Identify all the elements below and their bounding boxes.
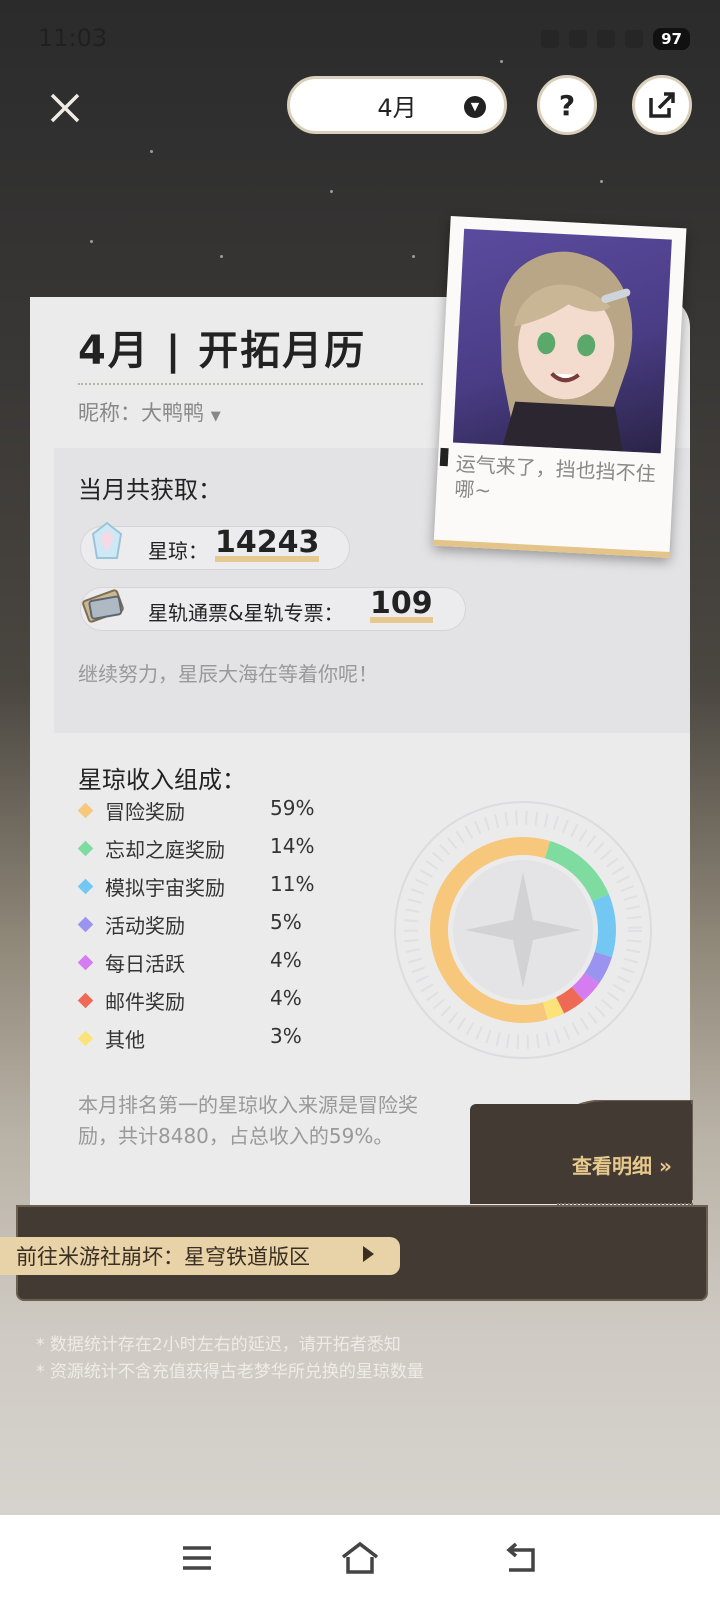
legend-percent: 14% (270, 834, 315, 858)
wifi-icon (625, 30, 644, 48)
legend-name: 每日活跃 (105, 952, 185, 976)
character-portrait (452, 228, 672, 454)
nickname-selector[interactable]: 昵称：大鸭鸭 ▼ (78, 397, 221, 427)
title-divider (78, 383, 423, 385)
forum-link-button[interactable]: 前往米游社崩坏：星穹铁道版区 (0, 1237, 400, 1275)
income-title: 星琼收入组成： (78, 766, 246, 794)
legend-name: 模拟宇宙奖励 (105, 876, 225, 900)
forum-link-label: 前往米游社崩坏：星穹铁道版区 (16, 1245, 310, 1269)
footnote-delay: * 数据统计存在2小时左右的延迟，请开拓者悉知 (36, 1335, 401, 1355)
legend-percent: 4% (270, 986, 302, 1010)
earnings-title: 当月共获取： (78, 476, 222, 504)
donut-slice-3 (592, 894, 616, 958)
legend-name: 活动奖励 (105, 914, 185, 938)
star-rail-pass-icon (82, 589, 124, 623)
chevron-down-icon: ▼ (464, 96, 486, 118)
detail-divider (557, 1203, 693, 1205)
month-selector-label: 4月 (377, 93, 417, 122)
legend-name: 冒险奖励 (105, 800, 185, 824)
legend-percent: 11% (270, 872, 315, 896)
vibrate-icon (569, 30, 588, 48)
battery-indicator: 97 (653, 28, 690, 50)
help-button[interactable]: ? (537, 75, 597, 135)
legend-name: 其他 (105, 1028, 145, 1052)
status-icons: 97 (541, 28, 690, 50)
character-photo-card: 运气来了，挡也挡不住哪~ (433, 216, 687, 558)
share-button[interactable] (632, 75, 692, 135)
home-icon (341, 1541, 379, 1574)
signal-icon (597, 30, 616, 48)
system-nav-bar (0, 1515, 720, 1600)
stellar-jade-icon (91, 521, 123, 559)
footnote-exclusion: * 资源统计不含充值获得古老梦华所兑换的星琼数量 (36, 1362, 424, 1382)
chevron-down-icon: ▼ (210, 409, 221, 424)
legend-percent: 4% (270, 948, 302, 972)
income-summary-note: 本月排名第一的星琼收入来源是冒险奖励，共计8480，占总收入的59%。 (78, 1093, 418, 1148)
home-button[interactable] (335, 1533, 385, 1583)
month-selector[interactable]: 4月 ▼ (287, 76, 507, 134)
legend-percent: 59% (270, 796, 315, 820)
status-bar: 11:03 97 (0, 0, 720, 80)
close-button[interactable] (42, 85, 88, 131)
encouragement-text: 继续努力，星辰大海在等着你呢！ (78, 662, 378, 686)
menu-button[interactable] (172, 1533, 222, 1583)
back-icon (506, 1542, 535, 1572)
star-rail-pass-label: 星轨通票&星轨专票： (148, 601, 344, 625)
legend-percent: 5% (270, 910, 302, 934)
star-rail-pass-value: 109 (370, 586, 433, 623)
page-title: 4月 | 开拓月历 (78, 328, 367, 374)
alarm-icon (541, 30, 560, 48)
legend-name: 忘却之庭奖励 (105, 838, 225, 862)
income-donut-chart (394, 801, 652, 1059)
view-details-button[interactable]: 查看明细 » (572, 1150, 672, 1179)
stellar-jade-value: 14243 (215, 525, 320, 562)
menu-icon (183, 1546, 211, 1570)
status-time: 11:03 (38, 24, 108, 52)
character-illustration (499, 251, 633, 452)
legend-name: 邮件奖励 (105, 990, 185, 1014)
share-icon (649, 92, 675, 118)
legend-percent: 3% (270, 1024, 302, 1048)
close-icon (50, 93, 80, 123)
nickname-label: 昵称：大鸭鸭 (78, 401, 204, 425)
question-icon: ? (558, 88, 576, 122)
photo-quote: 运气来了，挡也挡不住哪~ (453, 451, 657, 503)
back-button[interactable] (495, 1533, 545, 1583)
play-arrow-icon (363, 1246, 374, 1262)
quote-mark (439, 447, 449, 467)
stellar-jade-label: 星琼： (148, 539, 208, 563)
